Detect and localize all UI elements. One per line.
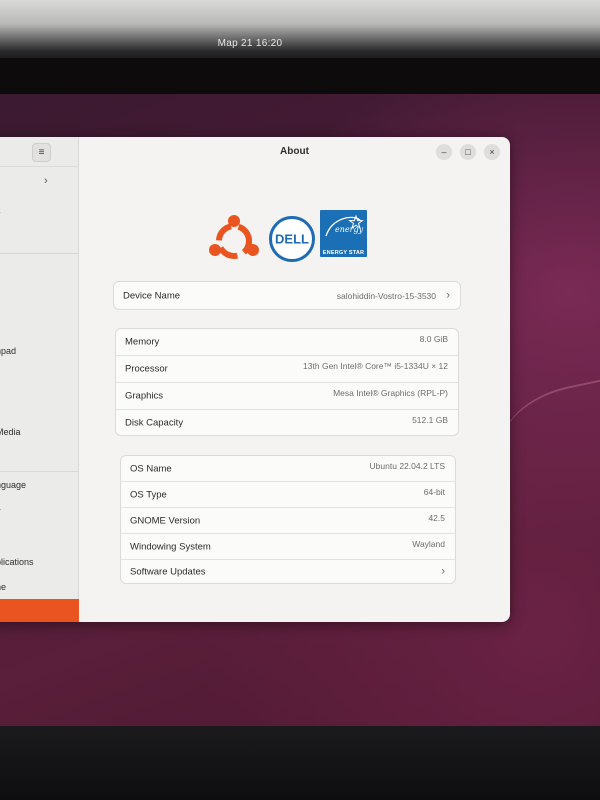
os-type-value: 64-bit bbox=[423, 486, 445, 497]
graphics-value: Mesa Intel® Graphics (RPL-P) bbox=[333, 387, 448, 398]
title-bar: About – □ × bbox=[79, 137, 510, 167]
windowing-system-label: Windowing System bbox=[130, 541, 211, 552]
hardware-group: Memory 8.0 GiB Processor 13th Gen Intel®… bbox=[115, 328, 459, 436]
sidebar-item-language[interactable]: nguage bbox=[0, 475, 79, 495]
laptop-bezel-top bbox=[0, 0, 600, 75]
dell-logo-icon: DELL bbox=[269, 216, 315, 262]
sidebar-divider bbox=[0, 471, 79, 472]
energy-star-icon: energy bbox=[325, 214, 364, 237]
device-name-label: Device Name bbox=[123, 290, 181, 301]
os-name-row: OS Name Ubuntu 22.04.2 LTS bbox=[121, 456, 455, 482]
device-name-group: Device Name salohiddin-Vostro-15-3530 › bbox=[113, 281, 461, 310]
os-type-row: OS Type 64-bit bbox=[121, 482, 455, 508]
processor-value: 13th Gen Intel® Core™ i5-1334U × 12 bbox=[303, 360, 448, 371]
disk-capacity-label: Disk Capacity bbox=[125, 417, 184, 429]
device-name-row[interactable]: Device Name salohiddin-Vostro-15-3530 › bbox=[114, 282, 460, 309]
os-name-label: OS Name bbox=[130, 463, 172, 474]
processor-row: Processor 13th Gen Intel® Core™ i5-1334U… bbox=[116, 356, 458, 383]
sidebar-header: ≡ bbox=[0, 137, 79, 167]
chevron-right-icon: › bbox=[446, 288, 450, 301]
software-updates-row[interactable]: Software Updates › bbox=[121, 560, 455, 584]
minimize-button[interactable]: – bbox=[436, 144, 452, 160]
processor-label: Processor bbox=[125, 363, 168, 375]
sidebar-divider bbox=[0, 253, 79, 254]
sidebar-item-applications[interactable]: plications bbox=[0, 552, 79, 572]
svg-text:DELL: DELL bbox=[275, 232, 309, 247]
sidebar-item-touchpad[interactable]: hpad bbox=[0, 341, 79, 361]
clock[interactable]: Map 21 16:20 bbox=[200, 38, 300, 49]
memory-row: Memory 8.0 GiB bbox=[116, 329, 458, 356]
settings-sidebar: ≡ › s hpad Media nguage y plications ne bbox=[0, 137, 79, 622]
sidebar-item-accessibility[interactable]: y bbox=[0, 501, 79, 521]
laptop-bezel-bottom bbox=[0, 726, 600, 800]
top-bar bbox=[0, 58, 600, 94]
sidebar-item-date-time[interactable]: ne bbox=[0, 577, 79, 597]
sidebar-item-about[interactable] bbox=[0, 599, 79, 622]
windowing-system-row: Windowing System Wayland bbox=[121, 534, 455, 560]
chevron-right-icon: › bbox=[44, 175, 48, 187]
gnome-version-label: GNOME Version bbox=[130, 515, 201, 526]
device-name-value: salohiddin-Vostro-15-3530 bbox=[336, 290, 436, 301]
chevron-right-icon: › bbox=[441, 565, 445, 578]
software-updates-label: Software Updates bbox=[130, 566, 206, 578]
maximize-button[interactable]: □ bbox=[460, 144, 476, 160]
graphics-label: Graphics bbox=[125, 390, 164, 402]
windowing-system-value: Wayland bbox=[412, 538, 445, 549]
menu-icon[interactable]: ≡ bbox=[32, 143, 51, 162]
graphics-row: Graphics Mesa Intel® Graphics (RPL-P) bbox=[116, 383, 458, 410]
gnome-version-value: 42.5 bbox=[428, 512, 445, 523]
disk-capacity-value: 512.1 GB bbox=[412, 414, 448, 425]
energy-star-logo: energy ENERGY STAR bbox=[320, 210, 367, 257]
disk-capacity-row: Disk Capacity 512.1 GB bbox=[116, 410, 458, 436]
close-button[interactable]: × bbox=[484, 144, 500, 160]
gnome-version-row: GNOME Version 42.5 bbox=[121, 508, 455, 534]
sidebar-item[interactable]: s bbox=[0, 201, 79, 221]
energy-star-label: ENERGY STAR bbox=[322, 250, 365, 256]
software-group: OS Name Ubuntu 22.04.2 LTS OS Type 64-bi… bbox=[120, 455, 456, 584]
os-type-label: OS Type bbox=[130, 489, 167, 500]
memory-value: 8.0 GiB bbox=[419, 333, 448, 344]
os-name-value: Ubuntu 22.04.2 LTS bbox=[369, 460, 445, 471]
sidebar-item-removable-media[interactable]: Media bbox=[0, 422, 79, 442]
memory-label: Memory bbox=[125, 336, 160, 348]
ubuntu-logo-icon bbox=[209, 215, 259, 259]
